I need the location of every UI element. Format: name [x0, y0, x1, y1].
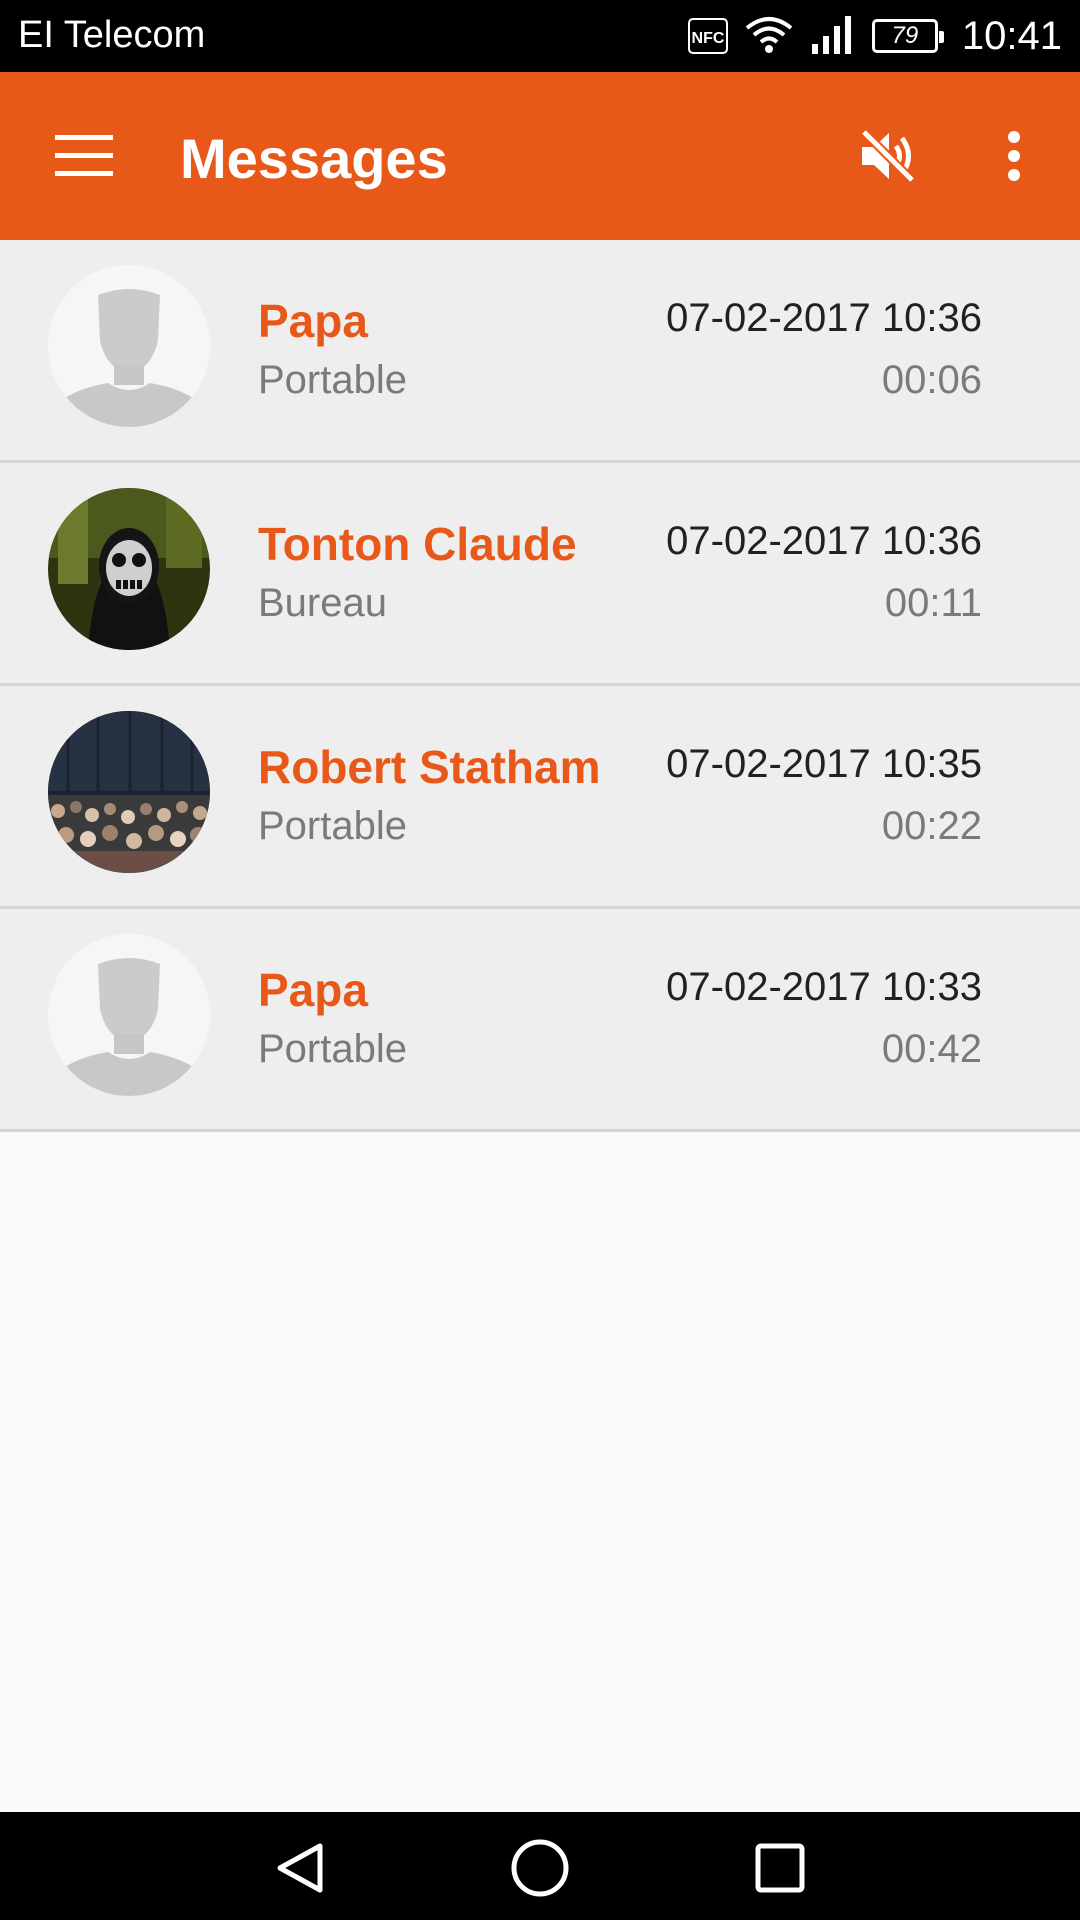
phone-type: Portable	[258, 804, 407, 848]
home-icon[interactable]	[504, 1836, 576, 1900]
message-datetime: 07-02-2017 10:36	[666, 296, 982, 340]
signal-icon	[810, 14, 856, 59]
message-duration: 00:06	[881, 358, 982, 402]
default-avatar-icon	[48, 265, 210, 427]
more-vert-icon[interactable]	[982, 116, 1046, 196]
contact-name: Robert Statham	[258, 741, 601, 793]
message-datetime: 07-02-2017 10:36	[666, 519, 982, 563]
recents-icon[interactable]	[744, 1836, 816, 1900]
message-duration: 00:42	[881, 1027, 982, 1071]
phone-type: Bureau	[258, 581, 387, 625]
message-datetime: 07-02-2017 10:35	[666, 742, 982, 786]
avatar	[48, 711, 210, 873]
list-item[interactable]: Papa Portable 07-02-2017 10:36 00:06	[0, 240, 1080, 463]
volume-off-icon[interactable]	[848, 116, 928, 196]
crowd-photo	[48, 711, 210, 873]
status-icons: NFC 79 10:41	[687, 10, 1062, 62]
carrier-name: EI Telecom	[18, 14, 206, 56]
avatar	[48, 934, 210, 1096]
contact-name: Papa	[258, 295, 368, 347]
message-duration: 00:22	[881, 804, 982, 848]
status-bar: EI Telecom NFC 79 10:41	[0, 0, 1080, 72]
list-item[interactable]: Tonton Claude Bureau 07-02-2017 10:36 00…	[0, 463, 1080, 686]
nfc-label: NFC	[691, 30, 724, 47]
message-list: Papa Portable 07-02-2017 10:36 00:06 Ton…	[0, 240, 1080, 1132]
back-icon[interactable]	[264, 1836, 336, 1900]
avatar	[48, 265, 210, 427]
app-bar: Messages	[0, 72, 1080, 240]
nfc-icon: NFC	[687, 17, 728, 55]
contact-name: Papa	[258, 964, 368, 1016]
list-item[interactable]: Papa Portable 07-02-2017 10:33 00:42	[0, 909, 1080, 1132]
default-avatar-icon	[48, 934, 210, 1096]
message-duration: 00:11	[884, 581, 982, 625]
menu-icon[interactable]	[40, 116, 128, 196]
skull-mask-photo	[48, 488, 210, 650]
wifi-icon	[744, 14, 794, 59]
contact-name: Tonton Claude	[258, 518, 577, 570]
page-title: Messages	[180, 127, 448, 190]
navigation-bar	[0, 1812, 1080, 1920]
status-clock: 10:41	[961, 13, 1062, 58]
avatar	[48, 488, 210, 650]
list-item[interactable]: Robert Statham Portable 07-02-2017 10:35…	[0, 686, 1080, 909]
battery-icon: 79	[871, 19, 944, 53]
message-datetime: 07-02-2017 10:33	[666, 965, 982, 1009]
phone-type: Portable	[258, 1027, 407, 1071]
phone-type: Portable	[258, 358, 407, 402]
